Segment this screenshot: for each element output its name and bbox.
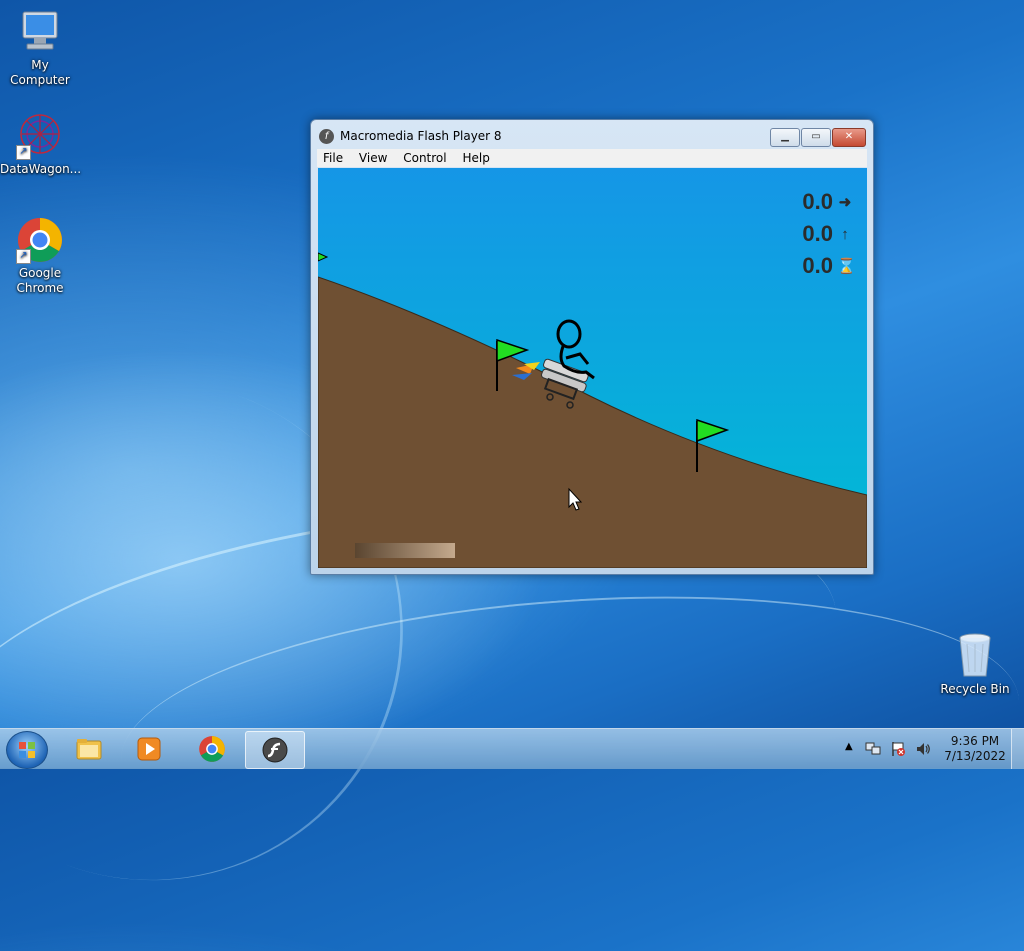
speed-readout: 0.0 ➜ — [802, 189, 853, 215]
action-center-flag-icon[interactable] — [890, 741, 906, 757]
desktop-icon-label: My Computer — [10, 58, 70, 87]
desktop-icon-my-computer[interactable]: My Computer — [0, 8, 80, 88]
minimize-button[interactable]: ▁ — [770, 128, 800, 147]
menu-bar: File View Control Help — [317, 149, 867, 167]
menu-file[interactable]: File — [317, 149, 349, 167]
airtime-value: 0.0 — [802, 253, 833, 278]
taskbar-windows-explorer[interactable] — [60, 731, 118, 767]
arrow-up-icon: ↑ — [841, 226, 849, 243]
flash-player-window[interactable]: f Macromedia Flash Player 8 ▁ ▭ ✕ File V… — [310, 119, 874, 575]
folder-icon — [75, 735, 103, 763]
power-meter — [355, 543, 455, 558]
desktop-icon-label: Google Chrome — [16, 266, 64, 295]
airtime-readout: 0.0 ⌛ — [802, 253, 856, 279]
show-hidden-icons-icon[interactable]: ▲ — [845, 741, 853, 752]
maximize-button[interactable]: ▭ — [801, 128, 831, 147]
chrome-icon: ↗ — [16, 216, 64, 264]
height-value: 0.0 — [802, 221, 833, 246]
taskbar-google-chrome[interactable] — [183, 731, 241, 767]
window-title: Macromedia Flash Player 8 — [340, 129, 502, 143]
shortcut-arrow-icon: ↗ — [16, 249, 31, 264]
speed-value: 0.0 — [802, 189, 833, 214]
flash-player-icon: f — [319, 129, 334, 144]
clock-date: 7/13/2022 — [944, 749, 1006, 763]
height-readout: 0.0 ↑ — [802, 221, 853, 247]
close-button[interactable]: ✕ — [832, 128, 866, 147]
chrome-icon — [198, 735, 226, 763]
show-desktop-button[interactable] — [1011, 729, 1024, 769]
desktop-icon-google-chrome[interactable]: ↗ Google Chrome — [0, 216, 80, 296]
windows-logo-icon — [19, 742, 35, 758]
hourglass-icon: ⌛ — [837, 258, 856, 275]
desktop-icon-label: DataWagon... — [0, 162, 82, 176]
datawagon-icon: ↗ — [16, 112, 64, 160]
network-icon[interactable] — [865, 741, 881, 757]
game-canvas[interactable]: 0.0 ➜ 0.0 ↑ 0.0 ⌛ — [318, 168, 867, 568]
menu-control[interactable]: Control — [397, 149, 452, 167]
clock-time: 9:36 PM — [950, 734, 1000, 748]
start-button[interactable] — [6, 731, 48, 769]
volume-icon[interactable] — [915, 741, 931, 757]
flash-player-icon — [261, 736, 289, 764]
taskbar: ▲ 9:36 PM 7/13/2022 — [0, 728, 1024, 769]
computer-icon — [16, 8, 64, 56]
window-titlebar[interactable]: f Macromedia Flash Player 8 ▁ ▭ ✕ — [311, 120, 873, 150]
desktop-icon-datawagon[interactable]: ↗ DataWagon... — [0, 112, 82, 177]
game-scene — [318, 168, 867, 568]
taskbar-flash-player[interactable] — [245, 731, 305, 769]
menu-view[interactable]: View — [353, 149, 393, 167]
arrow-right-icon: ➜ — [838, 194, 852, 211]
recycle-bin-icon — [951, 632, 999, 680]
menu-help[interactable]: Help — [456, 149, 495, 167]
media-player-icon — [135, 735, 163, 763]
desktop-icon-label: Recycle Bin — [940, 682, 1010, 696]
taskbar-media-player[interactable] — [120, 731, 178, 767]
taskbar-clock[interactable]: 9:36 PM 7/13/2022 — [935, 734, 1015, 764]
shortcut-arrow-icon: ↗ — [16, 145, 31, 160]
desktop-icon-recycle-bin[interactable]: Recycle Bin — [935, 632, 1015, 697]
